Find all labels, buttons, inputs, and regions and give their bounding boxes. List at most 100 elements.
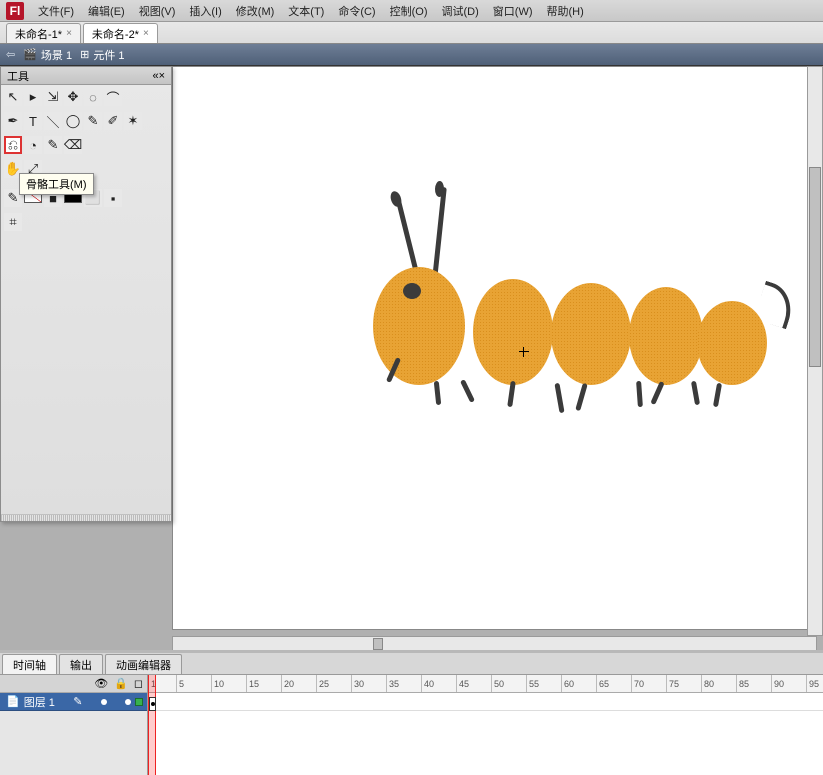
eraser-tool[interactable]: ⌫ bbox=[64, 136, 82, 154]
tab-output[interactable]: 输出 bbox=[59, 654, 103, 674]
body-segment-1 bbox=[373, 267, 465, 385]
pen-tool-alt[interactable]: ⌒ bbox=[104, 88, 122, 106]
document-tabs: 未命名-1* × 未命名-2* × bbox=[0, 22, 823, 44]
layer-name: 图层 1 bbox=[24, 694, 55, 710]
scene-chip[interactable]: 🎬 场景 1 bbox=[23, 47, 72, 63]
menu-text[interactable]: 文本(T) bbox=[282, 1, 330, 21]
app-logo: Fl bbox=[6, 2, 24, 20]
scrollbar-thumb[interactable] bbox=[809, 167, 821, 367]
menu-insert[interactable]: 插入(I) bbox=[183, 1, 227, 21]
frames-area[interactable]: 1510152025303540455055606570758085909510… bbox=[148, 675, 823, 775]
tab-motion-editor[interactable]: 动画编辑器 bbox=[105, 654, 182, 674]
layer-type-icon: 📄 bbox=[6, 695, 20, 708]
3d-rotation-tool[interactable]: ✥ bbox=[64, 88, 82, 106]
ruler-tick: 5 bbox=[176, 675, 184, 692]
timeline-panel: 时间轴 输出 动画编辑器 👁 🔒 ◻ 📄 图层 1 ✎ 151015202530… bbox=[0, 652, 823, 774]
playhead[interactable] bbox=[148, 675, 156, 775]
leg bbox=[434, 381, 441, 405]
symbol-chip[interactable]: ⊞ 元件 1 bbox=[80, 47, 124, 63]
scrollbar-thumb[interactable] bbox=[373, 638, 383, 650]
brush-tool[interactable]: ✐ bbox=[104, 112, 122, 130]
tools-panel-title-bar[interactable]: 工具 «× bbox=[1, 67, 171, 85]
layer-outline-swatch[interactable] bbox=[135, 698, 143, 706]
layers-column: 👁 🔒 ◻ 📄 图层 1 ✎ bbox=[0, 675, 148, 775]
oval-tool[interactable]: ◯ bbox=[64, 112, 82, 130]
lasso-tool[interactable]: ◌ bbox=[84, 88, 102, 106]
keyframe-icon[interactable] bbox=[149, 697, 156, 711]
stage[interactable] bbox=[172, 66, 817, 630]
ruler-tick: 80 bbox=[701, 675, 714, 692]
ruler-tick: 65 bbox=[596, 675, 609, 692]
symbol-icon: ⊞ bbox=[80, 48, 89, 61]
frame-row[interactable] bbox=[148, 693, 823, 711]
document-tab-label: 未命名-2* bbox=[92, 26, 139, 42]
no-color-icon[interactable]: ▪ bbox=[104, 189, 122, 207]
close-icon[interactable]: × bbox=[143, 28, 149, 39]
menu-control[interactable]: 控制(O) bbox=[384, 1, 434, 21]
leg bbox=[575, 383, 588, 411]
layer-lock-dot[interactable] bbox=[125, 699, 131, 705]
collapse-icon[interactable]: «× bbox=[152, 70, 165, 82]
selection-tool[interactable]: ↖ bbox=[4, 88, 22, 106]
subselection-tool[interactable]: ▸ bbox=[24, 88, 42, 106]
ruler-tick: 15 bbox=[246, 675, 259, 692]
snap-option[interactable]: ⌗ bbox=[4, 213, 22, 231]
paint-bucket-tool[interactable]: ◔ bbox=[24, 136, 42, 154]
symbol-label: 元件 1 bbox=[93, 47, 124, 63]
eyedropper-tool[interactable]: ✎ bbox=[44, 136, 62, 154]
text-tool[interactable]: T bbox=[24, 112, 42, 130]
antenna-right bbox=[432, 187, 447, 279]
tab-timeline[interactable]: 时间轴 bbox=[2, 654, 57, 674]
layer-row[interactable]: 📄 图层 1 ✎ bbox=[0, 693, 147, 711]
body-segment-2 bbox=[473, 279, 553, 385]
lock-icon[interactable]: 🔒 bbox=[114, 677, 128, 690]
pen-tool[interactable]: ✒ bbox=[4, 112, 22, 130]
back-arrow-icon[interactable]: ⇦ bbox=[6, 48, 15, 61]
ruler-tick: 10 bbox=[211, 675, 224, 692]
deco-tool[interactable]: ✶ bbox=[124, 112, 142, 130]
pencil-tool[interactable]: ✎ bbox=[84, 112, 102, 130]
body-segment-4 bbox=[629, 287, 703, 385]
antenna-left bbox=[395, 198, 419, 277]
menu-file[interactable]: 文件(F) bbox=[32, 1, 80, 21]
menu-edit[interactable]: 编辑(E) bbox=[82, 1, 131, 21]
ruler-tick: 75 bbox=[666, 675, 679, 692]
tools-row-3: ⎌ ◔ ✎ ⌫ bbox=[1, 133, 171, 157]
line-tool[interactable]: ＼ bbox=[44, 112, 62, 130]
frame-ruler[interactable]: 1510152025303540455055606570758085909510… bbox=[148, 675, 823, 693]
vertical-scrollbar[interactable] bbox=[807, 66, 823, 636]
layer-visibility-dot[interactable] bbox=[101, 699, 107, 705]
ruler-tick: 90 bbox=[771, 675, 784, 692]
panel-splitter[interactable] bbox=[0, 650, 823, 653]
bone-tool[interactable]: ⎌ bbox=[4, 136, 22, 154]
ruler-tick: 85 bbox=[736, 675, 749, 692]
menu-commands[interactable]: 命令(C) bbox=[332, 1, 381, 21]
tools-row-2: ✒ T ＼ ◯ ✎ ✐ ✶ bbox=[1, 109, 171, 133]
timeline: 👁 🔒 ◻ 📄 图层 1 ✎ 1510152025303540455055606… bbox=[0, 675, 823, 775]
document-tab-1[interactable]: 未命名-1* × bbox=[6, 23, 81, 43]
scene-label: 场景 1 bbox=[41, 47, 72, 63]
leg bbox=[636, 381, 643, 407]
crosshair-icon bbox=[519, 347, 529, 357]
ruler-tick: 45 bbox=[456, 675, 469, 692]
menu-view[interactable]: 视图(V) bbox=[133, 1, 182, 21]
menu-modify[interactable]: 修改(M) bbox=[230, 1, 281, 21]
ruler-tick: 40 bbox=[421, 675, 434, 692]
ruler-tick: 70 bbox=[631, 675, 644, 692]
body-segment-3 bbox=[551, 283, 631, 385]
ruler-tick: 50 bbox=[491, 675, 504, 692]
visibility-icon[interactable]: 👁 bbox=[94, 677, 108, 690]
document-tab-2[interactable]: 未命名-2* × bbox=[83, 23, 158, 43]
outline-icon[interactable]: ◻ bbox=[134, 677, 143, 690]
document-tab-label: 未命名-1* bbox=[15, 26, 62, 42]
ruler-tick: 25 bbox=[316, 675, 329, 692]
leg bbox=[460, 379, 475, 403]
menu-window[interactable]: 窗口(W) bbox=[487, 1, 539, 21]
panel-resize-handle[interactable] bbox=[1, 514, 171, 521]
close-icon[interactable]: × bbox=[66, 28, 72, 39]
ruler-tick: 60 bbox=[561, 675, 574, 692]
menu-bar: Fl 文件(F) 编辑(E) 视图(V) 插入(I) 修改(M) 文本(T) 命… bbox=[0, 0, 823, 22]
menu-help[interactable]: 帮助(H) bbox=[541, 1, 590, 21]
menu-debug[interactable]: 调试(D) bbox=[436, 1, 485, 21]
free-transform-tool[interactable]: ⇲ bbox=[44, 88, 62, 106]
